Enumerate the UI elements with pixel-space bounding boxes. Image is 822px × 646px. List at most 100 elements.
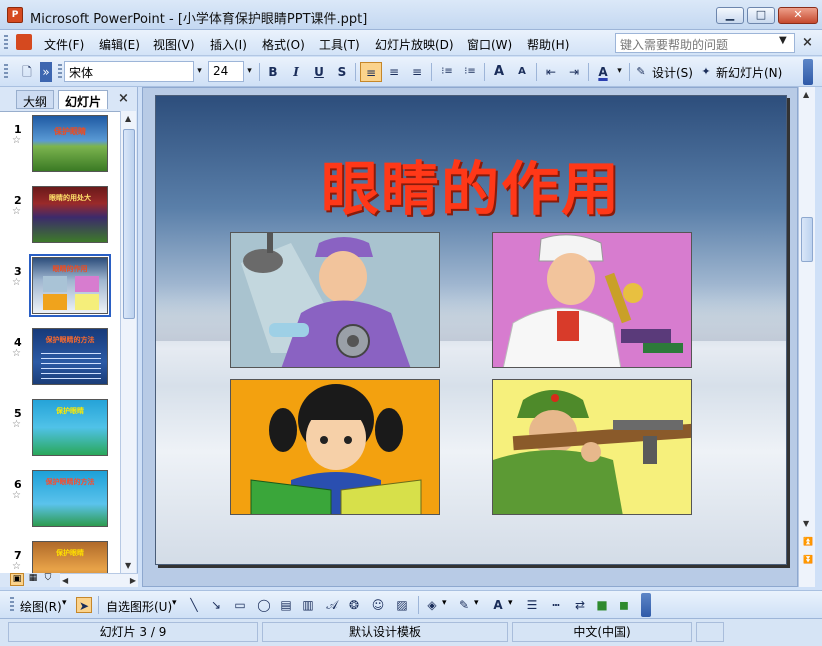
list-item[interactable]: 2 ☆ 眼睛的用处大 [0,186,118,256]
minimize-button[interactable]: ▁ [716,7,744,24]
menu-tools[interactable]: 工具(T) [319,36,360,53]
menu-view[interactable]: 视图(V) [153,36,195,53]
close-window-button[interactable]: ✕ [778,7,818,24]
draw-dropdown-icon[interactable]: ▾ [62,598,67,608]
autoshapes-button[interactable]: 自选图形(U) [106,598,172,615]
font-name-field[interactable]: 宋体 [64,61,194,82]
line-color-icon[interactable]: ✎ [456,597,472,613]
document-icon[interactable] [16,34,32,50]
menu-slideshow[interactable]: 幻灯片放映(D) [375,36,454,53]
dash-style-icon[interactable]: ┅ [548,597,564,613]
underline-button[interactable]: U [308,62,330,82]
scroll-right-icon[interactable]: ▶ [130,576,136,585]
toolbar-grip-icon[interactable] [4,64,8,80]
numbering-button[interactable]: ⁝≡ [436,62,458,82]
increase-font-button[interactable]: A [488,62,510,82]
font-color-button[interactable]: A [592,62,614,82]
font-size-dropdown-icon[interactable]: ▾ [243,62,256,81]
toolbar-grip-icon[interactable] [10,597,14,613]
thumbnail-scrollbar[interactable]: ▲ ▼ [120,111,136,573]
menu-insert[interactable]: 插入(I) [210,36,247,53]
scroll-up-icon[interactable]: ▲ [803,90,809,99]
line-color-dropdown-icon[interactable]: ▾ [474,598,479,608]
arrow-icon[interactable]: ↘ [208,597,224,613]
bold-button[interactable]: B [262,62,284,82]
fill-color-dropdown-icon[interactable]: ▾ [442,598,447,608]
scroll-up-icon[interactable]: ▲ [125,114,131,123]
draw-menu-button[interactable]: 绘图(R) [20,598,62,615]
list-item[interactable]: 6 ☆ 保护眼睛的方法 [0,470,118,540]
slide-canvas[interactable]: 眼睛的作用 [155,95,787,565]
3d-style-icon[interactable]: ◼ [616,597,632,613]
textbox-icon[interactable]: ▤ [278,597,294,613]
diagram-icon[interactable]: ❂ [346,597,362,613]
scroll-down-icon[interactable]: ▼ [803,519,809,528]
new-slide-button[interactable]: 新幻灯片(N) [716,64,782,81]
select-pointer-icon[interactable]: ➤ [76,597,92,613]
toolbar-options-icon[interactable]: » [40,62,52,82]
menu-format[interactable]: 格式(O) [262,36,305,53]
close-icon[interactable]: × [118,91,129,106]
slide-thumbnail[interactable]: 保护眼睛的方法 [32,328,108,385]
scientist-picture[interactable] [492,232,692,368]
menu-file[interactable]: 文件(F) [44,36,84,53]
menu-window[interactable]: 窗口(W) [467,36,512,53]
scroll-left-icon[interactable]: ◀ [62,576,68,585]
toolbar-grip-icon[interactable] [58,64,62,80]
tab-slides[interactable]: 幻灯片 [58,90,109,109]
font-color-dropdown-icon[interactable]: ▾ [508,598,513,608]
slide-thumbnail-selected[interactable]: 眼睛的作用 [29,254,111,317]
vertical-textbox-icon[interactable]: ▥ [300,597,316,613]
picture-icon[interactable]: ▨ [394,597,410,613]
font-color-dropdown-icon[interactable]: ▾ [613,62,626,81]
slideshow-view-icon[interactable]: ⛉ [41,573,55,586]
align-center-button[interactable]: ≡ [383,62,405,82]
scroll-down-icon[interactable]: ▼ [125,561,131,570]
powerpoint-app-icon[interactable]: P [7,7,23,23]
slide-thumbnail[interactable]: 保护眼睛 [32,541,108,573]
shadow-style-icon[interactable]: ■ [594,597,610,613]
worker-picture[interactable] [230,232,440,368]
clipart-icon[interactable]: ☺ [370,597,386,613]
toolbar-options-icon[interactable] [641,593,651,617]
soldier-picture[interactable] [492,379,692,515]
arrow-style-icon[interactable]: ⇄ [572,597,588,613]
scrollbar-thumb[interactable] [801,217,813,262]
wordart-icon[interactable]: 𝒜 [324,597,340,613]
font-name-dropdown-icon[interactable]: ▾ [193,62,206,81]
rectangle-icon[interactable]: ▭ [232,597,248,613]
document-close-icon[interactable]: × [802,35,813,50]
shadow-button[interactable]: S [331,62,353,82]
horizontal-scrollbar[interactable]: ◀ ▶ [60,573,138,587]
menu-edit[interactable]: 编辑(E) [99,36,140,53]
slide-thumbnail[interactable]: 眼睛的用处大 [32,186,108,243]
design-template-label[interactable]: 默认设计模板 [262,622,508,642]
next-slide-icon[interactable]: ⏬ [803,555,813,564]
girl-reading-picture[interactable] [230,379,440,515]
bullets-button[interactable]: ⁝≡ [459,62,481,82]
increase-indent-button[interactable]: ⇥ [563,62,585,82]
font-color-icon[interactable]: A [490,597,506,613]
oval-icon[interactable]: ◯ [256,597,272,613]
toolbar-options-icon[interactable] [803,59,813,85]
toolbar-grip-icon[interactable] [4,35,8,51]
tab-outline[interactable]: 大纲 [16,90,55,109]
design-button[interactable]: 设计(S) [652,64,693,81]
maximize-button[interactable]: □ [747,7,775,24]
design-icon[interactable]: ✎ [632,62,650,82]
slide-thumbnail[interactable]: 保护眼睛 [32,115,108,172]
list-item[interactable]: 3 ☆ 眼睛的作用 [0,254,118,327]
slide-title[interactable]: 眼睛的作用 [156,142,786,226]
slide-thumbnail[interactable]: 保护眼睛 [32,399,108,456]
decrease-indent-button[interactable]: ⇤ [540,62,562,82]
list-item[interactable]: 5 ☆ 保护眼睛 [0,399,118,469]
slide-thumbnail[interactable]: 保护眼睛的方法 [32,470,108,527]
fill-color-icon[interactable]: ◈ [424,597,440,613]
align-right-button[interactable]: ≡ [406,62,428,82]
line-style-icon[interactable]: ☰ [524,597,540,613]
line-icon[interactable]: ╲ [186,597,202,613]
decrease-font-button[interactable]: A [511,62,533,82]
list-item[interactable]: 4 ☆ 保护眼睛的方法 [0,328,118,398]
autoshapes-dropdown-icon[interactable]: ▾ [172,598,177,608]
font-size-field[interactable]: 24 [208,61,244,82]
